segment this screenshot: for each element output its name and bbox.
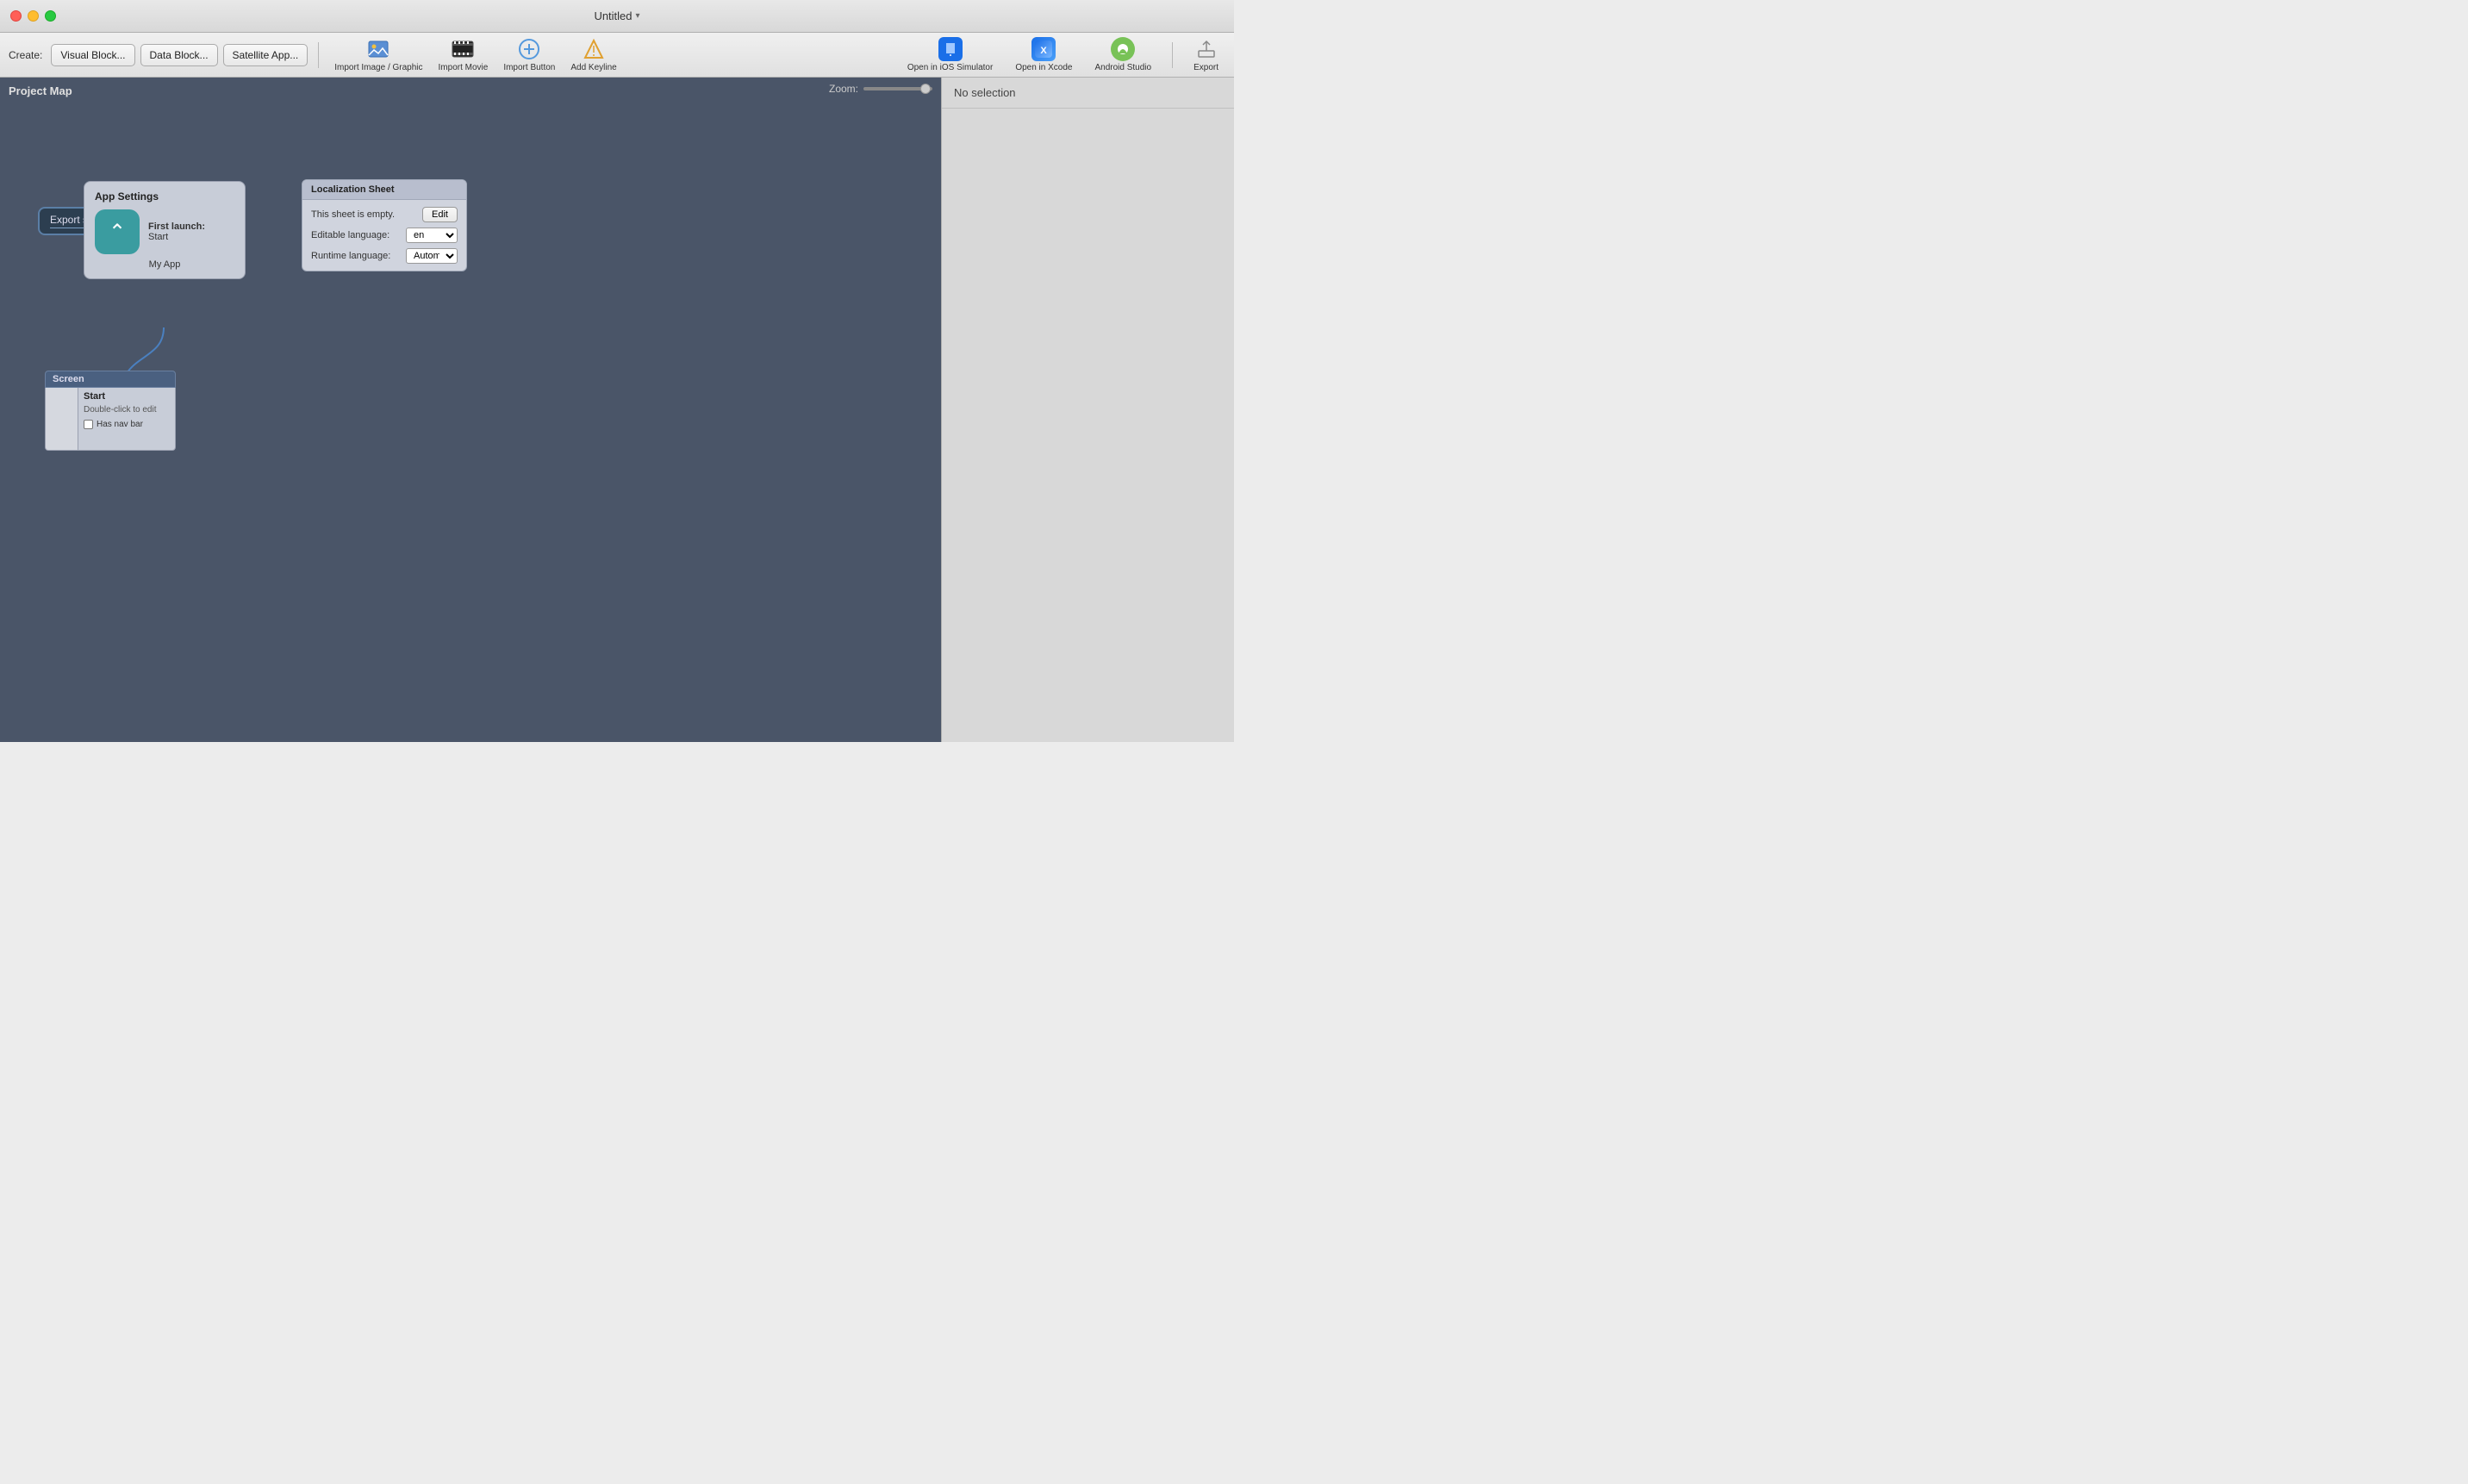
loc-edit-button[interactable]: Edit	[422, 207, 458, 222]
window-title[interactable]: Untitled ▾	[594, 9, 639, 22]
has-nav-bar-label: Has nav bar	[97, 420, 143, 429]
app-icon-symbol: ⌃	[109, 220, 126, 245]
screen-name: Start	[84, 391, 170, 402]
title-text: Untitled	[594, 9, 632, 22]
add-keyline-label: Add Keyline	[570, 63, 616, 72]
screen-node-body: Start Double-click to edit Has nav bar	[45, 388, 176, 451]
screen-hint: Double-click to edit	[84, 405, 170, 415]
export-label: Export	[1193, 63, 1218, 72]
open-ios-simulator-button[interactable]: Open in iOS Simulator	[901, 35, 1000, 74]
loc-editable-lang-select[interactable]: en	[406, 228, 458, 243]
android-studio-icon	[1111, 37, 1135, 61]
satellite-app-button[interactable]: Satellite App...	[223, 44, 308, 66]
loc-runtime-lang-select[interactable]: Automatic	[406, 248, 458, 264]
import-movie-label: Import Movie	[439, 63, 489, 72]
app-settings-info: First launch: Start	[148, 221, 205, 242]
app-name: My App	[95, 259, 234, 270]
import-button-label: Import Button	[503, 63, 555, 72]
start-label: Start	[148, 232, 168, 242]
main-area: Project Map Zoom: Export screens App Set…	[0, 78, 1234, 742]
zoom-slider[interactable]	[863, 87, 932, 90]
toolbar-separator-1	[318, 42, 319, 68]
minimize-button[interactable]	[28, 10, 39, 22]
checkbox-input[interactable]	[84, 420, 93, 429]
loc-runtime-lang-label: Runtime language:	[311, 251, 390, 261]
app-settings-title: App Settings	[95, 190, 234, 203]
screen-node-header: Screen	[45, 371, 176, 388]
toolbar: Create: Visual Block... Data Block... Sa…	[0, 33, 1234, 78]
import-movie-icon	[451, 37, 475, 61]
open-xcode-button[interactable]: X Open in Xcode	[1008, 35, 1079, 74]
android-studio-button[interactable]: Android Studio	[1088, 35, 1158, 74]
app-settings-node[interactable]: App Settings ⌃ First launch: Start My Ap…	[84, 181, 246, 279]
maximize-button[interactable]	[45, 10, 56, 22]
has-nav-bar-checkbox[interactable]: Has nav bar	[84, 420, 170, 429]
titlebar: Untitled ▾	[0, 0, 1234, 33]
project-map-header: Project Map	[9, 84, 72, 97]
xcode-icon: X	[1031, 37, 1056, 61]
localization-sheet: Localization Sheet This sheet is empty. …	[302, 179, 467, 271]
import-image-button[interactable]: Import Image / Graphic	[329, 35, 427, 74]
add-keyline-button[interactable]: Add Keyline	[565, 35, 621, 74]
loc-empty-row: This sheet is empty. Edit	[311, 207, 458, 222]
toolbar-right: Open in iOS Simulator X Open in Xcode	[901, 35, 1225, 74]
app-settings-content: ⌃ First launch: Start	[95, 209, 234, 254]
loc-editable-lang-label: Editable language:	[311, 230, 390, 240]
window-controls	[10, 10, 56, 22]
svg-text:X: X	[1041, 46, 1048, 56]
toolbar-separator-2	[1172, 42, 1173, 68]
zoom-label: Zoom:	[829, 83, 858, 95]
no-selection-header: No selection	[942, 78, 1234, 109]
ios-simulator-icon	[938, 37, 963, 61]
import-movie-button[interactable]: Import Movie	[433, 35, 494, 74]
close-button[interactable]	[10, 10, 22, 22]
canvas-area[interactable]: Project Map Zoom: Export screens App Set…	[0, 78, 941, 742]
first-launch-label: First launch:	[148, 221, 205, 232]
zoom-thumb	[920, 84, 931, 94]
import-button-icon	[517, 37, 541, 61]
loc-editable-lang-row: Editable language: en	[311, 228, 458, 243]
loc-empty-label: This sheet is empty.	[311, 209, 395, 220]
zoom-control: Zoom:	[829, 83, 932, 95]
screen-node[interactable]: Screen Start Double-click to edit Has na…	[45, 371, 176, 451]
ios-simulator-label: Open in iOS Simulator	[907, 63, 994, 72]
title-dropdown-arrow: ▾	[636, 11, 640, 21]
app-icon: ⌃	[95, 209, 140, 254]
export-button[interactable]: Export	[1187, 35, 1225, 74]
create-label: Create:	[9, 49, 42, 61]
import-image-label: Import Image / Graphic	[334, 63, 422, 72]
open-xcode-label: Open in Xcode	[1015, 63, 1072, 72]
screen-node-right: Start Double-click to edit Has nav bar	[78, 388, 175, 450]
visual-block-button[interactable]: Visual Block...	[51, 44, 134, 66]
right-panel: No selection	[941, 78, 1234, 742]
import-image-icon	[366, 37, 390, 61]
screen-preview	[46, 388, 78, 450]
loc-runtime-lang-row: Runtime language: Automatic	[311, 248, 458, 264]
import-button-button[interactable]: Import Button	[498, 35, 560, 74]
export-icon	[1194, 37, 1218, 61]
data-block-button[interactable]: Data Block...	[140, 44, 218, 66]
loc-sheet-body: This sheet is empty. Edit Editable langu…	[302, 200, 466, 271]
add-keyline-icon	[582, 37, 606, 61]
android-studio-label: Android Studio	[1094, 63, 1151, 72]
loc-sheet-header: Localization Sheet	[302, 180, 466, 200]
